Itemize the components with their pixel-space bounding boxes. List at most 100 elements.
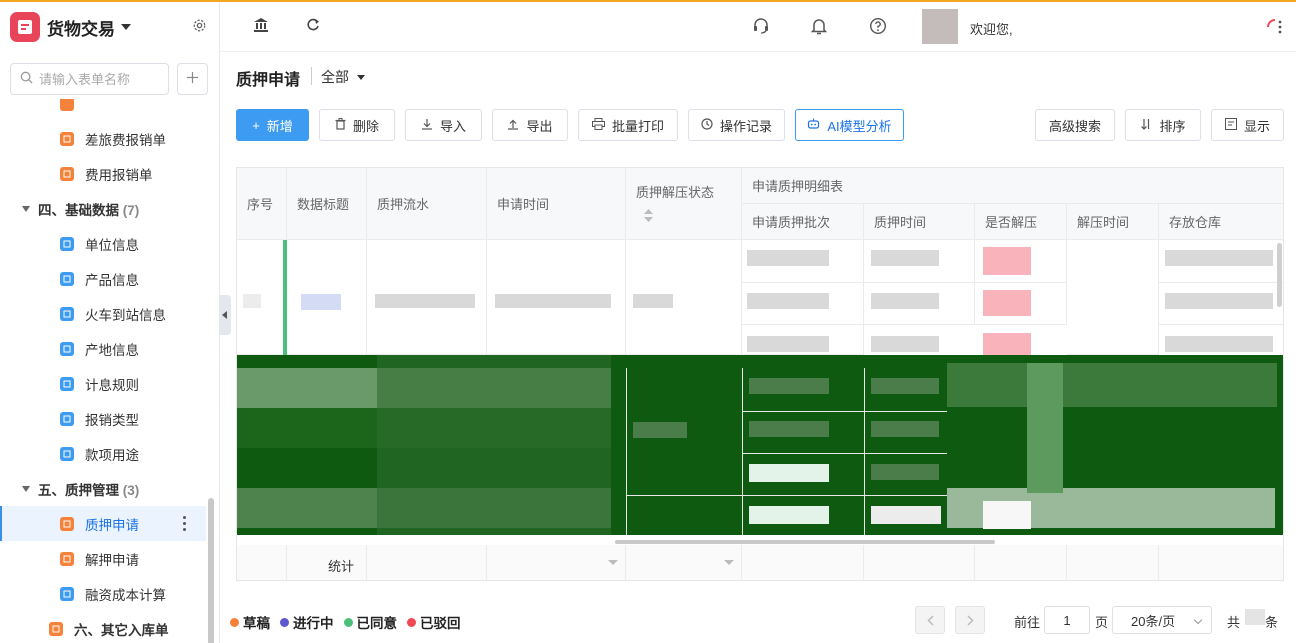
- header-label: 解压时间: [1077, 215, 1130, 230]
- add-form-button[interactable]: [177, 63, 208, 95]
- form-icon: [60, 271, 74, 286]
- form-icon: [49, 621, 63, 636]
- group-count: (7): [122, 202, 140, 218]
- sidebar-item-release-apply[interactable]: 解押申请: [0, 541, 206, 576]
- sidebar-item-interest-rules[interactable]: 计息规则: [0, 366, 206, 401]
- legend-item-draft: 草稿: [230, 612, 270, 632]
- sidebar-group-label: 四、基础数据 (7): [38, 199, 139, 219]
- sidebar-item-travel-expense[interactable]: 差旅费报销单: [0, 121, 206, 156]
- headset-icon[interactable]: [752, 17, 770, 38]
- redacted-value: [1165, 336, 1273, 352]
- add-button-label: 新增: [266, 118, 293, 134]
- page-size-select[interactable]: 20条/页: [1112, 606, 1212, 634]
- column-header-warehouse[interactable]: 存放仓库: [1159, 204, 1283, 240]
- legend-item-rejected: 已驳回: [407, 612, 461, 632]
- form-search-box[interactable]: [10, 63, 169, 95]
- sidebar-item-fund-usage[interactable]: 款项用途: [0, 436, 206, 471]
- column-header-title[interactable]: 数据标题: [287, 168, 367, 240]
- delete-button[interactable]: 删除: [319, 109, 395, 141]
- printer-icon: [591, 117, 605, 133]
- redacted-block: [1027, 363, 1063, 493]
- column-header-released[interactable]: 是否解压: [975, 204, 1067, 240]
- sort-icon: [1140, 118, 1152, 133]
- robot-icon: [807, 118, 820, 133]
- add-button[interactable]: + 新增: [236, 109, 309, 141]
- table-vertical-scrollbar[interactable]: [1277, 243, 1282, 307]
- bell-icon[interactable]: [810, 17, 828, 38]
- sidebar-item-reimburse-type[interactable]: 报销类型: [0, 401, 206, 436]
- import-button[interactable]: 导入: [405, 109, 482, 141]
- header-label: 申请质押明细表: [752, 179, 844, 194]
- sidebar-item-origin-info[interactable]: 产地信息: [0, 331, 206, 366]
- redacted-value: [749, 464, 829, 482]
- column-header-flow[interactable]: 质押流水: [367, 168, 487, 240]
- export-button[interactable]: 导出: [492, 109, 568, 141]
- form-icon: [60, 551, 74, 566]
- app-switcher[interactable]: 货物交易: [10, 10, 131, 44]
- goto-label: 前往: [1014, 615, 1041, 630]
- table-horizontal-scrollbar[interactable]: [615, 540, 995, 544]
- help-icon[interactable]: [869, 17, 887, 38]
- ai-analysis-button[interactable]: AI模型分析: [795, 109, 904, 141]
- form-icon: [60, 446, 74, 461]
- column-header-time[interactable]: 申请时间: [487, 168, 626, 240]
- more-vertical-icon[interactable]: [183, 516, 186, 531]
- sort-arrows-icon[interactable]: [644, 209, 653, 225]
- column-header-index[interactable]: 序号: [237, 168, 287, 240]
- column-header-status[interactable]: 质押解压状态: [626, 168, 742, 240]
- redacted-value: [749, 378, 829, 394]
- table-cell[interactable]: [1067, 240, 1159, 355]
- view-filter-label: 全部: [321, 69, 349, 85]
- sidebar-group-basic-data[interactable]: 四、基础数据 (7): [0, 191, 206, 226]
- status-indicator: [283, 240, 287, 355]
- advanced-search-button[interactable]: 高级搜索: [1035, 109, 1115, 141]
- next-page-button[interactable]: [955, 606, 985, 634]
- sidebar-item-partial[interactable]: [0, 99, 206, 121]
- refresh-icon[interactable]: [306, 17, 320, 36]
- ai-analysis-button-label: AI模型分析: [827, 118, 892, 134]
- sidebar-item-other-inbound[interactable]: 六、其它入库单: [0, 611, 206, 643]
- app-logo-icon: [10, 12, 40, 42]
- sidebar-item-product-info[interactable]: 产品信息: [0, 261, 206, 296]
- operation-log-button[interactable]: 操作记录: [688, 109, 785, 141]
- sidebar-item-unit-info[interactable]: 单位信息: [0, 226, 206, 261]
- redacted-value: [633, 422, 687, 438]
- redacted-value: [301, 294, 341, 310]
- column-header-pledge-time[interactable]: 质押时间: [864, 204, 975, 240]
- sidebar-group-pledge[interactable]: 五、质押管理 (3): [0, 471, 206, 506]
- redacted-value: [983, 333, 1031, 355]
- page-number-input[interactable]: 1: [1044, 606, 1090, 634]
- summary-cell-status[interactable]: [626, 545, 742, 580]
- avatar[interactable]: [922, 9, 958, 44]
- display-button[interactable]: 显示: [1211, 109, 1284, 141]
- form-search-input[interactable]: [39, 71, 159, 87]
- column-header-release-time[interactable]: 解压时间: [1067, 204, 1159, 240]
- sidebar-scrollbar[interactable]: [208, 498, 214, 643]
- operation-log-button-label: 操作记录: [719, 118, 772, 134]
- sort-button[interactable]: 排序: [1125, 109, 1201, 141]
- download-icon: [421, 118, 433, 133]
- sidebar-item-train-arrival[interactable]: 火车到站信息: [0, 296, 206, 331]
- search-icon: [20, 71, 33, 87]
- view-filter-dropdown[interactable]: 全部: [321, 67, 365, 87]
- sidebar-item-label: 六、其它入库单: [74, 622, 169, 638]
- column-header-batch[interactable]: 申请质押批次: [742, 204, 864, 240]
- redacted-value: [871, 378, 939, 394]
- group-name: 五、质押管理: [38, 482, 119, 498]
- sidebar-item-label: 单位信息: [85, 237, 139, 253]
- bank-icon[interactable]: [253, 17, 269, 36]
- redacted-value: [749, 506, 829, 524]
- summary-cell-time[interactable]: [487, 545, 626, 580]
- legend-label: 已同意: [356, 616, 398, 631]
- gear-icon[interactable]: [192, 18, 207, 36]
- caret-down-icon: [22, 485, 30, 492]
- batch-print-button[interactable]: 批量打印: [578, 109, 678, 141]
- sidebar-item-pledge-apply[interactable]: 质押申请: [0, 506, 206, 541]
- sidebar-item-expense[interactable]: 费用报销单: [0, 156, 206, 191]
- caret-down-icon: [121, 24, 131, 30]
- header-label: 申请时间: [497, 197, 550, 212]
- redacted-value: [871, 421, 939, 437]
- prev-page-button[interactable]: [915, 606, 945, 634]
- sidebar-item-finance-cost[interactable]: 融资成本计算: [0, 576, 206, 611]
- sidebar-collapse-toggle[interactable]: [219, 295, 231, 335]
